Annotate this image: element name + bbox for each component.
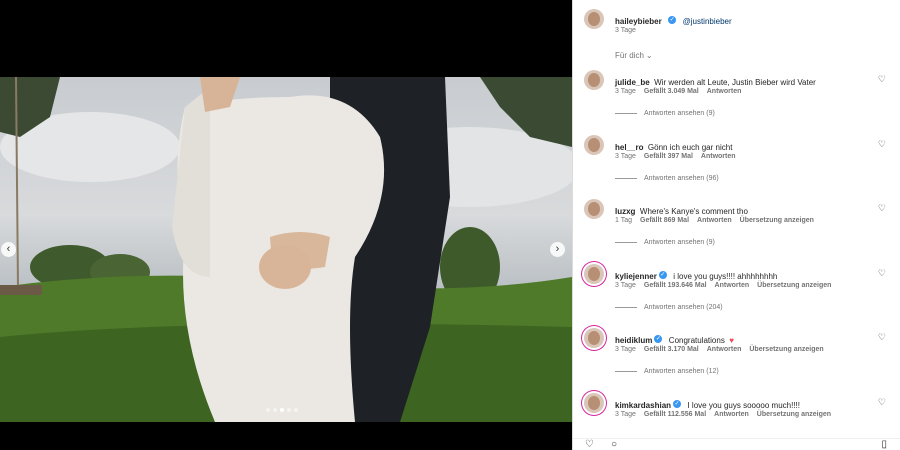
comment-age: 1 Tag bbox=[615, 217, 632, 224]
verified-badge-icon: ✓ bbox=[673, 399, 682, 408]
commenter-username[interactable]: kyliejenner bbox=[615, 272, 657, 281]
view-replies-button[interactable]: Antworten ansehen (9) bbox=[615, 239, 715, 246]
translate-button[interactable]: Übersetzung anzeigen bbox=[757, 411, 831, 418]
carousel-dots bbox=[266, 408, 298, 412]
comment-like-count[interactable]: Gefällt 869 Mal bbox=[640, 217, 689, 224]
chevron-left-icon: ‹ bbox=[6, 243, 11, 255]
translate-button[interactable]: Übersetzung anzeigen bbox=[740, 217, 814, 224]
reply-button[interactable]: Antworten bbox=[707, 346, 742, 353]
commenter-username[interactable]: julide_be bbox=[615, 78, 650, 87]
post-action-bar: ♡ ○ ▯ bbox=[573, 438, 900, 450]
comment-age: 3 Tage bbox=[615, 411, 636, 418]
comment-like-count[interactable]: Gefällt 397 Mal bbox=[644, 153, 693, 160]
comment-text: Where's Kanye's comment tho bbox=[639, 207, 748, 216]
comment-text: Congratulations bbox=[668, 336, 725, 345]
commenter-avatar[interactable] bbox=[584, 70, 604, 90]
commenter-avatar[interactable] bbox=[584, 135, 604, 155]
comment-like-count[interactable]: Gefällt 3.170 Mal bbox=[644, 346, 699, 353]
comment-text: i love you guys!!!! ahhhhhhhh bbox=[673, 272, 778, 281]
comment-meta: 3 Tage Gefällt 397 Mal Antworten bbox=[615, 153, 744, 160]
comment-text: I love you guys sooooo much!!!! bbox=[687, 401, 800, 410]
reply-button[interactable]: Antworten bbox=[714, 411, 749, 418]
post-photo bbox=[0, 77, 572, 422]
author-avatar[interactable] bbox=[584, 9, 604, 29]
reply-button[interactable]: Antworten bbox=[715, 282, 750, 289]
view-replies-label: Antworten ansehen (9) bbox=[644, 110, 715, 117]
commenter-avatar[interactable] bbox=[584, 328, 604, 348]
comment-sort-dropdown[interactable]: Für dich ⌄ bbox=[615, 51, 661, 60]
commenter-avatar[interactable] bbox=[584, 393, 604, 413]
translate-button[interactable]: Übersetzung anzeigen bbox=[749, 346, 823, 353]
verified-badge-icon: ✓ bbox=[654, 334, 663, 343]
reply-button[interactable]: Antworten bbox=[701, 153, 736, 160]
save-icon[interactable]: ▯ bbox=[881, 439, 887, 450]
like-comment-icon[interactable]: ♡ bbox=[878, 139, 886, 150]
carousel-dot bbox=[266, 408, 270, 412]
view-replies-button[interactable]: Antworten ansehen (9) bbox=[615, 110, 715, 117]
commenter-username[interactable]: luzxg bbox=[615, 207, 635, 216]
post-age: 3 Tage bbox=[615, 27, 644, 34]
view-replies-label: Antworten ansehen (12) bbox=[644, 368, 719, 375]
commenter-avatar[interactable] bbox=[584, 199, 604, 219]
view-replies-label: Antworten ansehen (204) bbox=[644, 304, 723, 311]
comment-age: 3 Tage bbox=[615, 346, 636, 353]
comment-age: 3 Tage bbox=[615, 282, 636, 289]
comment-age: 3 Tage bbox=[615, 153, 636, 160]
reply-button[interactable]: Antworten bbox=[697, 217, 732, 224]
like-comment-icon[interactable]: ♡ bbox=[878, 397, 886, 408]
verified-badge-icon: ✓ bbox=[658, 270, 667, 279]
view-replies-label: Antworten ansehen (9) bbox=[644, 239, 715, 246]
like-comment-icon[interactable]: ♡ bbox=[878, 74, 886, 85]
commenter-username[interactable]: kimkardashian bbox=[615, 401, 671, 410]
like-post-icon[interactable]: ♡ bbox=[585, 439, 594, 450]
view-replies-label: Antworten ansehen (96) bbox=[644, 175, 719, 182]
photo-illustration bbox=[0, 77, 572, 422]
comment-like-count[interactable]: Gefällt 112.556 Mal bbox=[644, 411, 706, 418]
caption-mention-link[interactable]: @justinbieber bbox=[683, 17, 732, 26]
comment-like-count[interactable]: Gefällt 193.646 Mal bbox=[644, 282, 707, 289]
carousel-dot bbox=[294, 408, 298, 412]
like-comment-icon[interactable]: ♡ bbox=[878, 268, 886, 279]
post-age-text: 3 Tage bbox=[615, 27, 636, 34]
comment-sort-label: Für dich bbox=[615, 51, 644, 60]
comment-meta: 3 Tage Gefällt 3.170 Mal Antworten Übersetz… bbox=[615, 346, 832, 353]
comment-meta: 3 Tage Gefällt 193.646 Mal Antworten Überse… bbox=[615, 282, 839, 289]
view-replies-button[interactable]: Antworten ansehen (96) bbox=[615, 175, 719, 182]
comment-age: 3 Tage bbox=[615, 88, 636, 95]
verified-badge-icon: ✓ bbox=[668, 15, 677, 24]
comment-like-count[interactable]: Gefällt 3.049 Mal bbox=[644, 88, 699, 95]
comment-icon[interactable]: ○ bbox=[611, 439, 617, 450]
carousel-dot bbox=[287, 408, 291, 412]
red-heart-icon: ♥ bbox=[729, 336, 735, 345]
commenter-username[interactable]: heidiklum bbox=[615, 336, 652, 345]
like-comment-icon[interactable]: ♡ bbox=[878, 203, 886, 214]
view-replies-button[interactable]: Antworten ansehen (204) bbox=[615, 304, 723, 311]
carousel-dot bbox=[280, 408, 284, 412]
comment-meta: 1 Tag Gefällt 869 Mal Antworten Übersetzung… bbox=[615, 217, 822, 224]
like-comment-icon[interactable]: ♡ bbox=[878, 332, 886, 343]
comment-meta: 3 Tage Gefällt 112.556 Mal Antworten Überse… bbox=[615, 411, 839, 418]
carousel-dot bbox=[273, 408, 277, 412]
comment-meta: 3 Tage Gefällt 3.049 Mal Antworten bbox=[615, 88, 749, 95]
comments-panel: haileybieber ✓ @justinbieber 3 Tage Für … bbox=[572, 0, 900, 450]
reply-button[interactable]: Antworten bbox=[707, 88, 742, 95]
previous-slide-button[interactable]: ‹ bbox=[1, 242, 16, 257]
comment-text: Gönn ich euch gar nicht bbox=[647, 143, 733, 152]
commenter-avatar[interactable] bbox=[584, 264, 604, 284]
view-replies-button[interactable]: Antworten ansehen (12) bbox=[615, 368, 719, 375]
comment-text: Wir werden alt Leute, Justin Bieber wird… bbox=[654, 78, 816, 87]
author-username[interactable]: haileybieber bbox=[615, 17, 662, 26]
commenter-username[interactable]: hel__ro bbox=[615, 143, 643, 152]
translate-button[interactable]: Übersetzung anzeigen bbox=[757, 282, 831, 289]
post-media-pane: ‹ › bbox=[0, 0, 572, 450]
chevron-right-icon: › bbox=[555, 243, 560, 255]
chevron-down-icon: ⌄ bbox=[645, 51, 653, 60]
next-slide-button[interactable]: › bbox=[550, 242, 565, 257]
